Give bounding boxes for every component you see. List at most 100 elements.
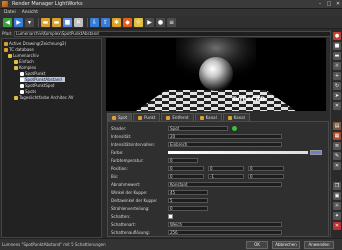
property-tabs: Spot Punkt Entfernt Kanal Kanal [107,113,329,121]
path-field[interactable]: Lumenarchiv\Komplex\SpotPunktAbstand [14,30,333,37]
tab-punkt[interactable]: Punkt [133,113,161,121]
tab-entfernt[interactable]: Entfernt [161,113,194,121]
tree-item-selected[interactable]: SpotPunktAbstand [20,77,65,82]
folder-icon [14,59,18,64]
tree-item[interactable]: Komplex [14,65,36,70]
tree-item[interactable]: TC database [4,47,34,52]
remove-icon[interactable]: ✕ [333,222,341,230]
cancel-button[interactable]: Abbrechen [272,241,300,249]
cube-preview-icon[interactable]: ■ [333,42,341,50]
position-z-input[interactable]: 0 [248,166,284,171]
stop-icon[interactable]: ● [156,17,165,27]
intensity-input[interactable]: 20 [168,134,282,139]
color-label: Farbe: [111,150,124,155]
edit-icon[interactable]: ✎ [333,152,341,160]
menu-bar: Datei Ansicht [0,9,342,16]
stack-icon[interactable]: ≡ [333,142,341,150]
target-y-input[interactable]: -1 [208,174,244,179]
tree-item[interactable]: Einfach [14,59,34,64]
save-icon[interactable]: ■ [63,17,72,27]
paste-icon[interactable]: ▣ [333,192,341,200]
tree-item[interactable]: Active Drawing(Zeichnung2) [4,41,66,46]
light-icon [20,77,24,82]
play-icon[interactable]: ▶ [145,17,154,27]
tree-item[interactable]: Tageslichtfarbe Architec AV [14,95,73,100]
folder-icon [8,53,12,58]
light-preview-icon[interactable]: ☼ [333,62,341,70]
library-tree[interactable]: Active Drawing(Zeichnung2) TC database L… [1,38,102,238]
cone-delta-label: Deltawinkel der Kuppe: [111,198,158,203]
open-folder-icon[interactable]: ▬ [52,17,61,27]
shadow-type-select[interactable]: Weich [168,222,282,227]
toolbar: ◀ ▶ ▾ ▬ ▬ ■ ✕ ⇩ ⇧ ✱ ◆ ☼ ▶ ● ≡ [0,16,342,29]
render-preview: TurboCAD [106,38,326,111]
point-icon [138,115,143,120]
tab-kanal-2[interactable]: Kanal [222,113,250,121]
properties-panel: Shader: Spot Intensität: 20 Intensitätsi… [107,121,329,237]
texture-icon[interactable]: ▦ [333,132,341,140]
folder-icon[interactable]: ▬ [41,17,50,27]
position-x-input[interactable]: 0 [168,166,204,171]
zoom-icon[interactable]: + [333,72,341,80]
close-button[interactable]: ✕ [334,1,342,8]
colortemp-input[interactable]: 0 [168,158,198,163]
cone-angle-label: Winkel der Kuppe: [111,190,148,195]
rotate-icon[interactable]: ↻ [333,82,341,90]
plane-preview-icon[interactable]: ▬ [333,52,341,60]
color-swatch[interactable] [168,151,308,154]
import-icon[interactable]: ⇩ [90,17,99,27]
distance-label: Abnahmewert: [111,182,141,187]
menu-datei[interactable]: Datei [4,10,16,15]
light-bulb-icon[interactable]: ☼ [333,202,341,210]
window-title: Render Manager LightWorks [12,1,83,7]
copy-icon[interactable]: ❐ [333,182,341,190]
forward-icon[interactable]: ▶ [14,17,23,27]
minimize-button[interactable]: – [316,1,324,8]
dropdown-icon[interactable]: ▾ [25,17,34,27]
material-icon[interactable]: ▤ [333,122,341,130]
shadow-res-input[interactable]: 256 [168,230,282,235]
maximize-button[interactable]: □ [325,1,333,8]
delete-icon[interactable]: ✕ [74,17,83,27]
cone-delta-input[interactable]: 5 [168,198,208,203]
cone-angle-input[interactable]: 45 [168,190,208,195]
channel-icon [199,115,204,120]
menu-ansicht[interactable]: Ansicht [22,10,38,15]
status-bar: Lumnens "SpotPunktAbstand" mit 5 Schatti… [0,238,342,250]
light-icon[interactable]: ☼ [134,17,143,27]
tree-item[interactable]: Spots [20,89,36,94]
wand-icon[interactable]: ✦ [333,212,341,220]
list-icon[interactable]: ≡ [167,17,176,27]
export-icon[interactable]: ⇧ [101,17,110,27]
tree-item[interactable]: SpotPunktSpot [20,83,54,88]
sphere-preview-icon[interactable]: ● [333,32,341,40]
close-preview-icon[interactable]: ✕ [333,102,341,110]
ok-button[interactable]: OK [246,241,268,249]
target-x-input[interactable]: 0 [168,174,204,179]
shader-select[interactable]: Spot [168,126,228,131]
shadows-checkbox[interactable] [168,214,173,219]
channel-icon [227,115,232,120]
falloff-select[interactable]: Einbrech [168,142,282,147]
right-toolstrip: ● ■ ▬ ☼ + ↻ ➤ ✕ ▤ ▦ ≡ ✎ ✕ ❐ ▣ ☼ ✦ ✕ [330,30,342,238]
intensity-label: Intensität: [111,134,132,139]
drawing-icon [4,41,8,46]
back-icon[interactable]: ◀ [3,17,12,27]
light-icon [20,71,24,76]
apply-button[interactable]: Anwenden [304,241,334,249]
distance-select[interactable]: Konstant [168,182,282,187]
tree-item[interactable]: Lumenarchiv [8,53,39,58]
delete-icon[interactable]: ✕ [333,162,341,170]
beam-input[interactable]: 0 [168,206,208,211]
color-picker-button[interactable] [310,150,322,155]
render-icon[interactable]: ◆ [123,17,132,27]
position-y-input[interactable]: 0 [208,166,244,171]
tree-item[interactable]: SpotPunkt [20,71,45,76]
target-z-input[interactable]: 0 [248,174,284,179]
tab-spot[interactable]: Spot [107,113,133,121]
tab-kanal-1[interactable]: Kanal [194,113,222,121]
light-icon [20,89,24,94]
settings-icon[interactable]: ✱ [112,17,121,27]
beam-label: Strahlenverteilung: [111,206,150,211]
pointer-icon[interactable]: ➤ [333,92,341,100]
